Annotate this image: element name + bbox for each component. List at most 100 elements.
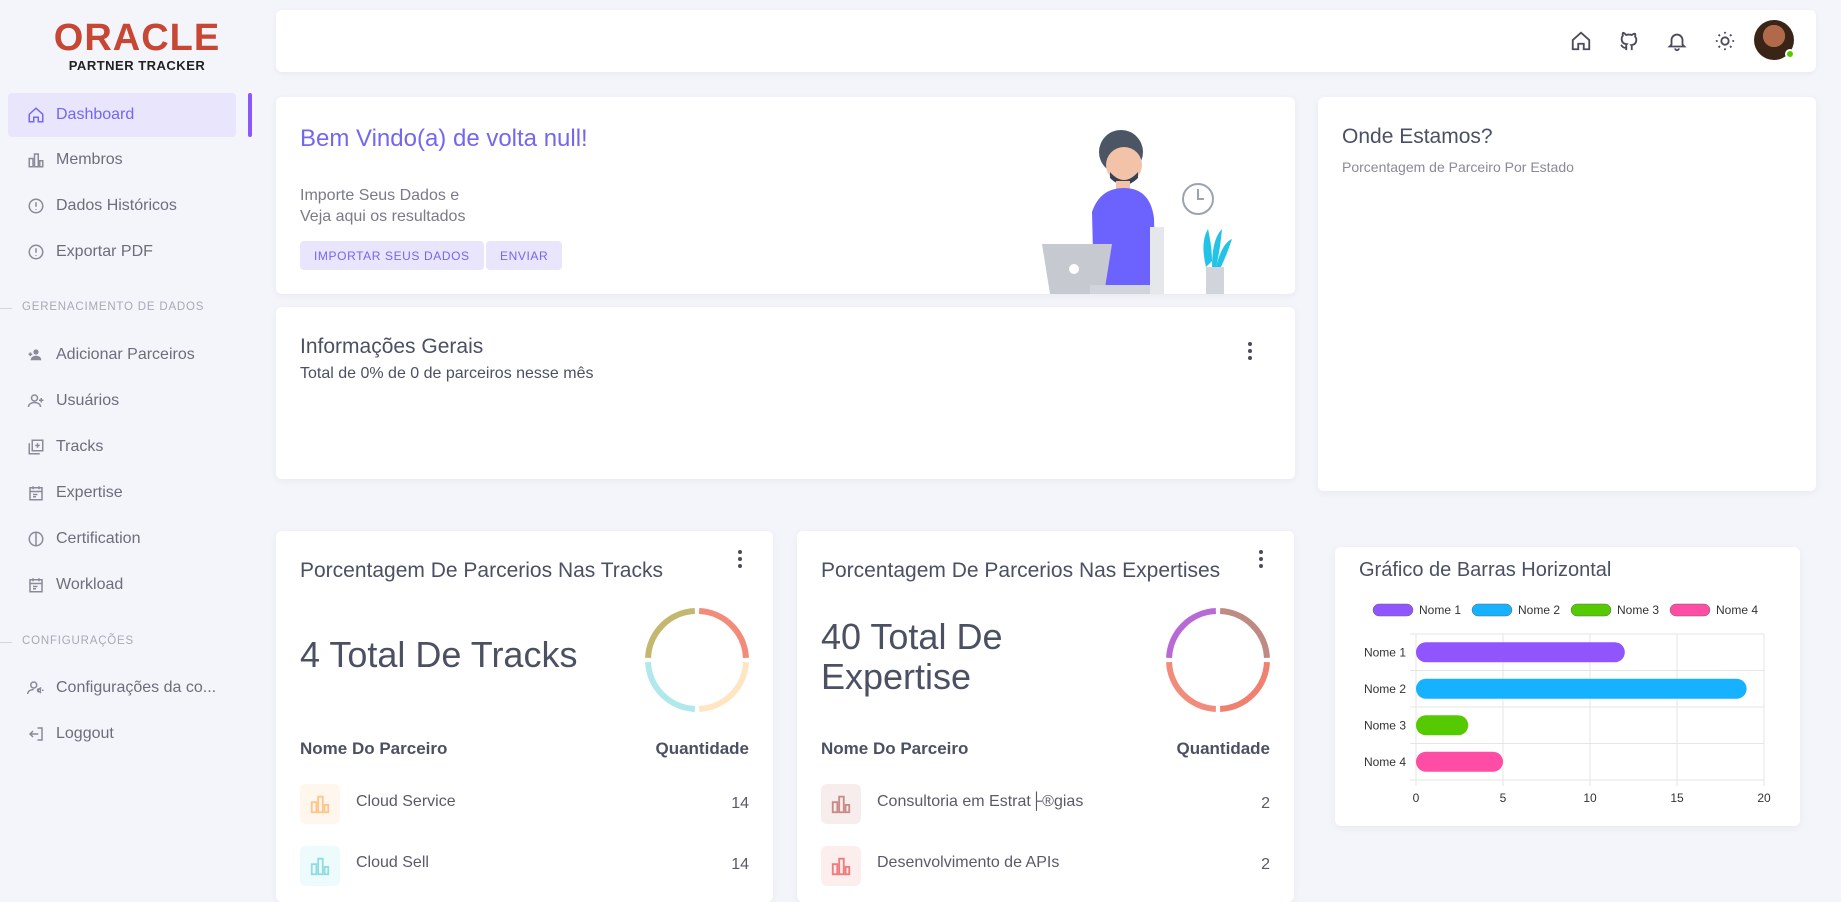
sidebar-item-label: Membros xyxy=(56,151,123,168)
more-options-icon[interactable] xyxy=(1251,547,1271,571)
track-row-icon xyxy=(300,784,340,824)
send-button[interactable]: ENVIAR xyxy=(486,241,563,270)
legend-swatch[interactable] xyxy=(1669,603,1711,617)
tracks-card: Porcentagem De Parcerios Nas Tracks 4 To… xyxy=(276,531,773,902)
bar[interactable] xyxy=(1416,642,1625,663)
online-status-dot xyxy=(1785,49,1795,59)
sidebar-item-label: Usuários xyxy=(56,392,120,409)
sidebar-item-label: Configurações da co... xyxy=(56,679,217,696)
welcome-title: Bem Vindo(a) de volta null! xyxy=(300,125,588,152)
sidebar-item-expertise[interactable]: Expertise xyxy=(8,471,236,515)
sidebar-item-usuarios[interactable]: Usuários xyxy=(8,379,236,423)
logo-brand: ORACLE xyxy=(53,17,221,59)
map-title: Onde Estamos? xyxy=(1342,125,1493,148)
sidebar-item-exportar-pdf[interactable]: Exportar PDF xyxy=(8,230,236,274)
sidebar-item-label: Expertise xyxy=(56,484,123,501)
legend-swatch[interactable] xyxy=(1471,603,1513,617)
sidebar-item-label: Loggout xyxy=(56,725,114,742)
sun-icon[interactable] xyxy=(1712,28,1738,54)
expertise-card: Porcentagem De Parcerios Nas Expertises … xyxy=(797,531,1294,902)
home-icon[interactable] xyxy=(1568,28,1594,54)
bar[interactable] xyxy=(1416,715,1469,736)
developer-illustration xyxy=(1042,130,1232,294)
more-options-icon[interactable] xyxy=(730,547,750,571)
tracks-title: Porcentagem De Parcerios Nas Tracks xyxy=(300,559,663,582)
expertise-total: 40 Total De Expertise xyxy=(821,617,1002,697)
legend-label[interactable]: Nome 2 xyxy=(1518,603,1560,617)
legend-label[interactable]: Nome 1 xyxy=(1419,603,1461,617)
expertise-row-name: Desenvolvimento de APIs xyxy=(877,854,1060,871)
x-tick-label: 0 xyxy=(1413,791,1420,805)
horizontal-bar-chart: Nome 1 Nome 2 Nome 3 Nome 4 0 5 10 15 20 Nome 1 No… xyxy=(1364,603,1771,805)
legend-label[interactable]: Nome 4 xyxy=(1716,603,1758,617)
logo-subtitle: PARTNER TRACKER xyxy=(68,58,206,73)
y-tick-label: Nome 4 xyxy=(1364,755,1406,769)
expertise-donut-chart xyxy=(1166,608,1270,712)
welcome-text: Importe Seus Dados e Veja aqui os result… xyxy=(300,185,465,227)
bar[interactable] xyxy=(1416,751,1503,772)
sidebar-item-certification[interactable]: Certification xyxy=(8,517,236,561)
tracks-donut-segment xyxy=(698,608,749,659)
legend-label[interactable]: Nome 3 xyxy=(1617,603,1659,617)
bell-icon[interactable] xyxy=(1664,28,1690,54)
oracle-partner-tracker-logo[interactable]: ORACLE PARTNER TRACKER xyxy=(44,17,230,76)
expertise-total-line-1: 40 Total De xyxy=(821,616,1003,657)
sidebar: ORACLE PARTNER TRACKER Dashboard Membros… xyxy=(0,0,252,902)
sidebar-item-label: Exportar PDF xyxy=(56,243,153,260)
sidebar-item-workload[interactable]: Workload xyxy=(8,563,236,607)
bar-chart-title: Gráfico de Barras Horizontal xyxy=(1359,559,1612,581)
column-header-name: Nome Do Parceiro xyxy=(300,739,448,758)
sidebar-item-tracks[interactable]: Tracks xyxy=(8,425,236,469)
library-add-icon xyxy=(24,437,48,457)
expertise-row-icon xyxy=(821,846,861,886)
expertise-total-line-2: Expertise xyxy=(821,656,972,697)
account-group-icon xyxy=(24,345,48,365)
expertise-row-icon xyxy=(821,784,861,824)
welcome-line-1: Importe Seus Dados e xyxy=(300,187,460,204)
legend-swatch[interactable] xyxy=(1570,603,1612,617)
sidebar-item-label: Dashboard xyxy=(56,106,135,123)
y-tick-label: Nome 2 xyxy=(1364,682,1406,696)
alert-circle-icon xyxy=(24,196,48,216)
map-card: Onde Estamos? Porcentagem de Parceiro Po… xyxy=(1318,97,1816,491)
expertise-title: Porcentagem De Parcerios Nas Expertises xyxy=(821,559,1221,582)
account-plus-icon xyxy=(24,391,48,411)
track-row-icon xyxy=(300,846,340,886)
expertise-donut-segment xyxy=(1219,661,1270,712)
general-info-card: Informações Gerais Total de 0% de 0 de p… xyxy=(276,307,1295,479)
sidebar-item-label: Dados Históricos xyxy=(56,197,177,214)
expertise-donut-segment xyxy=(1166,661,1217,712)
section-title-gerenciamento: GERENACIMENTO DE DADOS xyxy=(0,301,205,313)
calendar-icon xyxy=(24,483,48,503)
sidebar-item-label: Tracks xyxy=(56,438,104,455)
tracks-total: 4 Total De Tracks xyxy=(300,634,578,675)
chart-bar-icon xyxy=(24,150,48,170)
bar[interactable] xyxy=(1416,678,1747,699)
track-row-quantity: 14 xyxy=(731,795,749,812)
sidebar-item-membros[interactable]: Membros xyxy=(8,138,236,182)
column-header-quantity: Quantidade xyxy=(655,739,749,758)
track-row-name: Cloud Service xyxy=(356,793,456,810)
top-navbar xyxy=(276,10,1816,72)
section-title-configuracoes: CONFIGURAÇÕES xyxy=(0,635,134,647)
expertise-row-quantity: 2 xyxy=(1261,856,1270,873)
sidebar-item-adicionar-parceiros[interactable]: Adicionar Parceiros xyxy=(8,333,236,377)
calendar-icon xyxy=(24,575,48,595)
sidebar-item-label: Certification xyxy=(56,530,141,547)
horizontal-bar-chart-card: Gráfico de Barras Horizontal Nome 1 Nome … xyxy=(1335,547,1800,826)
sidebar-item-label: Adicionar Parceiros xyxy=(56,346,195,363)
x-tick-label: 15 xyxy=(1670,791,1684,805)
sidebar-item-dados-historicos[interactable]: Dados Históricos xyxy=(8,184,236,228)
sidebar-item-loggout[interactable]: Loggout xyxy=(8,712,236,756)
more-options-icon[interactable] xyxy=(1240,339,1260,363)
github-icon[interactable] xyxy=(1616,28,1642,54)
sidebar-item-configuracoes[interactable]: Configurações da co... xyxy=(8,666,236,710)
sidebar-item-dashboard[interactable]: Dashboard xyxy=(8,93,252,137)
alert-circle-icon xyxy=(24,242,48,262)
legend-swatch[interactable] xyxy=(1372,603,1414,617)
y-tick-label: Nome 3 xyxy=(1364,718,1406,732)
user-avatar[interactable] xyxy=(1754,20,1795,60)
expertise-row-quantity: 2 xyxy=(1261,795,1270,812)
column-header-quantity: Quantidade xyxy=(1176,739,1270,758)
import-data-button[interactable]: IMPORTAR SEUS DADOS xyxy=(300,241,484,270)
